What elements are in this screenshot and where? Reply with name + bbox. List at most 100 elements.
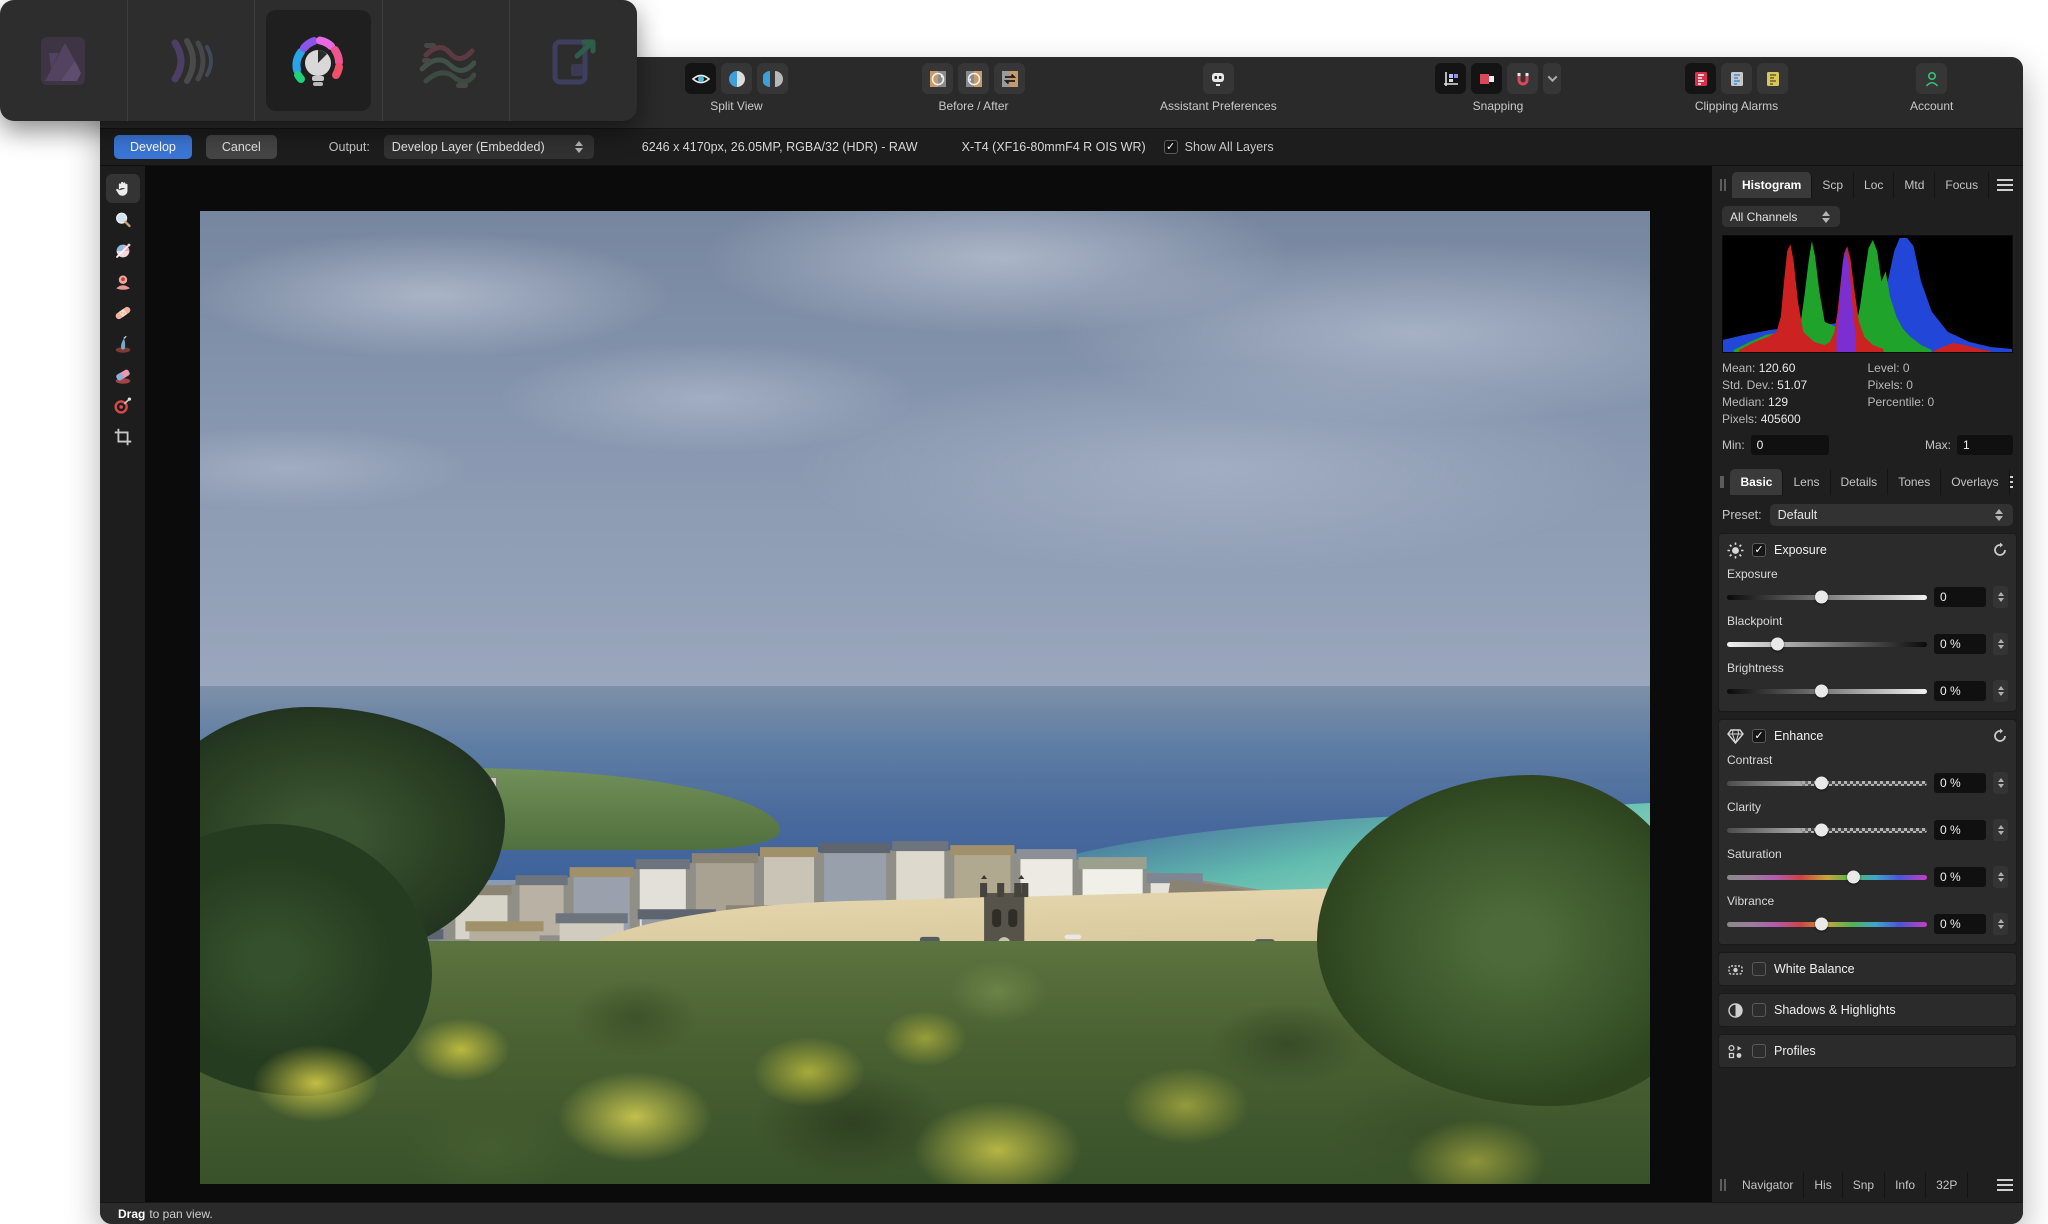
reset-icon[interactable] (1992, 728, 2008, 744)
preset-dropdown[interactable]: Default (1770, 504, 2013, 526)
tab-32bit-preview[interactable]: 32P (1926, 1172, 1968, 1198)
chevron-down-icon[interactable] (1543, 63, 1561, 94)
tab-info[interactable]: Info (1885, 1172, 1926, 1198)
exposure-value[interactable]: 0 (1934, 587, 1986, 607)
overlay-gradient-tool[interactable] (106, 391, 140, 420)
blackpoint-value[interactable]: 0 % (1934, 634, 1986, 654)
tab-basic[interactable]: Basic (1730, 469, 1783, 495)
overlay-paint-tool[interactable] (106, 329, 140, 358)
brightness-value[interactable]: 0 % (1934, 681, 1986, 701)
contrast-value[interactable]: 0 % (1934, 773, 1986, 793)
develop-button[interactable]: Develop (114, 135, 192, 159)
tab-details[interactable]: Details (1831, 469, 1889, 495)
tab-overlays[interactable]: Overlays (1941, 469, 2009, 495)
saturation-stepper[interactable] (1993, 866, 2008, 888)
show-all-layers-checkbox[interactable]: ✓ (1164, 140, 1178, 154)
slider-thumb[interactable] (1815, 824, 1828, 837)
panel-drag-handle-icon[interactable] (1720, 476, 1724, 488)
liquify-persona-button[interactable] (127, 0, 255, 121)
shadows-highlights-section[interactable]: Shadows & Highlights (1718, 993, 2017, 1027)
tone-mapping-persona-button[interactable] (382, 0, 510, 121)
exposure-enabled-checkbox[interactable]: ✓ (1752, 543, 1766, 557)
slider-thumb[interactable] (1815, 777, 1828, 790)
before-rotate-icon[interactable] (922, 63, 953, 94)
person-icon[interactable] (1916, 63, 1947, 94)
white-balance-checkbox[interactable] (1752, 962, 1766, 976)
max-input[interactable]: 1 (1957, 435, 2013, 455)
contrast-stepper[interactable] (1993, 772, 2008, 794)
panel-menu-icon[interactable] (1997, 179, 2013, 191)
blemish-removal-tool[interactable] (106, 298, 140, 327)
slider-thumb[interactable] (1815, 591, 1828, 604)
clarity-value[interactable]: 0 % (1934, 820, 1986, 840)
brightness-slider[interactable] (1727, 689, 1927, 694)
photo-persona-button[interactable] (0, 0, 127, 121)
crop-tool[interactable] (106, 422, 140, 451)
panel-drag-handle-icon[interactable] (1720, 1179, 1726, 1191)
snap-grid-icon[interactable] (1435, 63, 1466, 94)
before-after-swap-icon[interactable] (994, 63, 1025, 94)
tab-histogram[interactable]: Histogram (1732, 172, 1812, 198)
red-eye-removal-tool[interactable] (106, 267, 140, 296)
split-circle-half-icon[interactable] (721, 63, 752, 94)
clarity-stepper[interactable] (1993, 819, 2008, 841)
eye-icon[interactable] (685, 63, 716, 94)
histogram-plot[interactable] (1722, 235, 2013, 353)
slider-thumb[interactable] (1815, 685, 1828, 698)
clip-highlights-icon[interactable] (1757, 63, 1788, 94)
blackpoint-stepper[interactable] (1993, 633, 2008, 655)
export-persona-button[interactable] (509, 0, 637, 121)
vibrance-slider[interactable] (1727, 922, 1927, 927)
tab-location[interactable]: Loc (1854, 172, 1894, 198)
slider-thumb[interactable] (1771, 638, 1784, 651)
enhance-enabled-checkbox[interactable]: ✓ (1752, 729, 1766, 743)
snap-bounds-icon[interactable] (1471, 63, 1502, 94)
shadows-highlights-checkbox[interactable] (1752, 1003, 1766, 1017)
tab-snapshots[interactable]: Snp (1843, 1172, 1885, 1198)
view-tool[interactable] (106, 174, 140, 203)
tab-navigator[interactable]: Navigator (1732, 1172, 1804, 1198)
zoom-tool[interactable] (106, 205, 140, 234)
tab-lens[interactable]: Lens (1783, 469, 1830, 495)
split-circle-full-icon[interactable] (757, 63, 788, 94)
vibrance-stepper[interactable] (1993, 913, 2008, 935)
white-balance-tool[interactable] (106, 236, 140, 265)
slider-thumb[interactable] (1815, 918, 1828, 931)
overlay-erase-tool[interactable] (106, 360, 140, 389)
percentile-label: Percentile: (1868, 395, 1925, 409)
show-all-layers-toggle[interactable]: ✓ Show All Layers (1164, 140, 1274, 154)
vibrance-value[interactable]: 0 % (1934, 914, 1986, 934)
tab-history[interactable]: His (1804, 1172, 1842, 1198)
blackpoint-slider[interactable] (1727, 642, 1927, 647)
tab-metadata[interactable]: Mtd (1894, 172, 1935, 198)
panel-drag-handle-icon[interactable] (1720, 179, 1726, 191)
panel-menu-icon[interactable] (1997, 1179, 2013, 1191)
exposure-slider[interactable] (1727, 595, 1927, 600)
develop-persona-button[interactable] (254, 0, 382, 121)
tab-focus[interactable]: Focus (1935, 172, 1989, 198)
robot-icon[interactable] (1203, 63, 1234, 94)
panel-menu-icon[interactable] (2010, 476, 2013, 488)
reset-icon[interactable] (1992, 542, 2008, 558)
magnet-icon[interactable] (1507, 63, 1538, 94)
exposure-stepper[interactable] (1993, 586, 2008, 608)
saturation-value[interactable]: 0 % (1934, 867, 1986, 887)
clip-shadows-icon[interactable] (1685, 63, 1716, 94)
slider-thumb[interactable] (1847, 871, 1860, 884)
tab-tones[interactable]: Tones (1888, 469, 1941, 495)
white-balance-section[interactable]: White Balance (1718, 952, 2017, 986)
canvas[interactable] (145, 166, 1712, 1202)
tab-scope[interactable]: Scp (1812, 172, 1854, 198)
after-rotate-icon[interactable] (958, 63, 989, 94)
contrast-slider[interactable] (1727, 781, 1927, 786)
clarity-slider[interactable] (1727, 828, 1927, 833)
min-input[interactable]: 0 (1751, 435, 1829, 455)
cancel-button[interactable]: Cancel (206, 135, 277, 159)
saturation-slider[interactable] (1727, 875, 1927, 880)
channel-selector[interactable]: All Channels (1722, 206, 1840, 227)
clip-midtones-icon[interactable] (1721, 63, 1752, 94)
output-dropdown[interactable]: Develop Layer (Embedded) (384, 135, 594, 159)
profiles-section[interactable]: Profiles (1718, 1034, 2017, 1068)
brightness-stepper[interactable] (1993, 680, 2008, 702)
profiles-checkbox[interactable] (1752, 1044, 1766, 1058)
